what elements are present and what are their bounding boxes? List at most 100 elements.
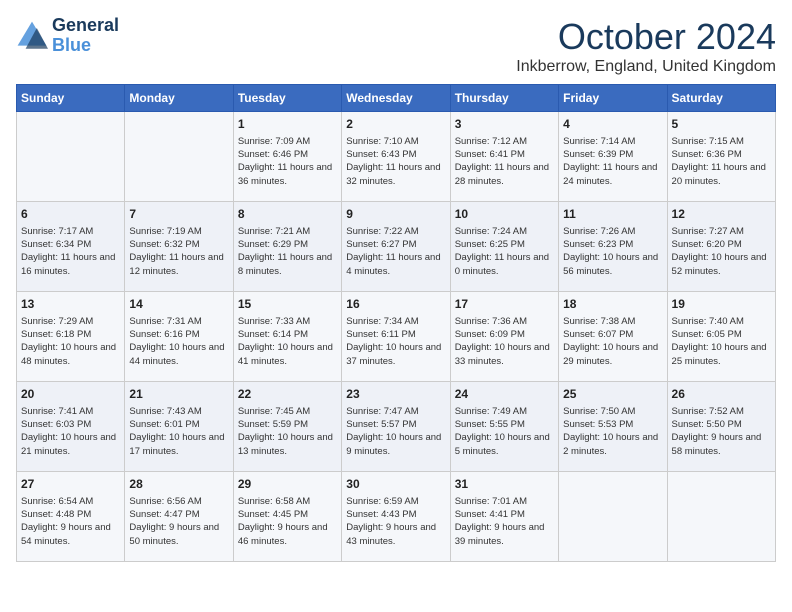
calendar-body: 1Sunrise: 7:09 AMSunset: 6:46 PMDaylight… [17, 112, 776, 562]
sunset-text: Sunset: 6:27 PM [346, 238, 445, 251]
calendar-cell: 31Sunrise: 7:01 AMSunset: 4:41 PMDayligh… [450, 472, 558, 562]
sunset-text: Sunset: 4:47 PM [129, 508, 228, 521]
sunrise-text: Sunrise: 7:31 AM [129, 315, 228, 328]
day-number: 7 [129, 206, 228, 223]
sunset-text: Sunset: 6:01 PM [129, 418, 228, 431]
day-number: 30 [346, 476, 445, 493]
sunrise-text: Sunrise: 7:19 AM [129, 225, 228, 238]
daylight-text: Daylight: 10 hours and 25 minutes. [672, 341, 771, 368]
day-number: 31 [455, 476, 554, 493]
header-day: Tuesday [233, 85, 341, 112]
sunrise-text: Sunrise: 7:29 AM [21, 315, 120, 328]
sunrise-text: Sunrise: 7:47 AM [346, 405, 445, 418]
sunrise-text: Sunrise: 7:27 AM [672, 225, 771, 238]
calendar-table: SundayMondayTuesdayWednesdayThursdayFrid… [16, 84, 776, 562]
calendar-cell: 15Sunrise: 7:33 AMSunset: 6:14 PMDayligh… [233, 292, 341, 382]
calendar-cell: 30Sunrise: 6:59 AMSunset: 4:43 PMDayligh… [342, 472, 450, 562]
calendar-cell [125, 112, 233, 202]
day-number: 12 [672, 206, 771, 223]
calendar-cell: 7Sunrise: 7:19 AMSunset: 6:32 PMDaylight… [125, 202, 233, 292]
daylight-text: Daylight: 10 hours and 9 minutes. [346, 431, 445, 458]
daylight-text: Daylight: 11 hours and 8 minutes. [238, 251, 337, 278]
sunrise-text: Sunrise: 7:21 AM [238, 225, 337, 238]
day-number: 28 [129, 476, 228, 493]
calendar-week-row: 27Sunrise: 6:54 AMSunset: 4:48 PMDayligh… [17, 472, 776, 562]
sunrise-text: Sunrise: 7:15 AM [672, 135, 771, 148]
daylight-text: Daylight: 11 hours and 24 minutes. [563, 161, 662, 188]
sunrise-text: Sunrise: 7:09 AM [238, 135, 337, 148]
daylight-text: Daylight: 11 hours and 0 minutes. [455, 251, 554, 278]
sunset-text: Sunset: 6:18 PM [21, 328, 120, 341]
sunset-text: Sunset: 6:36 PM [672, 148, 771, 161]
sunset-text: Sunset: 6:39 PM [563, 148, 662, 161]
sunrise-text: Sunrise: 7:14 AM [563, 135, 662, 148]
calendar-cell [559, 472, 667, 562]
calendar-cell: 28Sunrise: 6:56 AMSunset: 4:47 PMDayligh… [125, 472, 233, 562]
calendar-cell: 14Sunrise: 7:31 AMSunset: 6:16 PMDayligh… [125, 292, 233, 382]
day-number: 11 [563, 206, 662, 223]
daylight-text: Daylight: 10 hours and 48 minutes. [21, 341, 120, 368]
sunset-text: Sunset: 4:45 PM [238, 508, 337, 521]
calendar-cell: 4 Sunrise: 7:14 AMSunset: 6:39 PMDaylight… [559, 112, 667, 202]
header-day: Thursday [450, 85, 558, 112]
daylight-text: Daylight: 10 hours and 37 minutes. [346, 341, 445, 368]
day-number: 21 [129, 386, 228, 403]
header-day: Wednesday [342, 85, 450, 112]
daylight-text: Daylight: 11 hours and 36 minutes. [238, 161, 337, 188]
daylight-text: Daylight: 10 hours and 13 minutes. [238, 431, 337, 458]
logo-icon [16, 20, 48, 52]
sunset-text: Sunset: 6:43 PM [346, 148, 445, 161]
calendar-cell: 2Sunrise: 7:10 AMSunset: 6:43 PMDaylight… [342, 112, 450, 202]
sunrise-text: Sunrise: 6:56 AM [129, 495, 228, 508]
day-number: 27 [21, 476, 120, 493]
sunset-text: Sunset: 6:34 PM [21, 238, 120, 251]
sunset-text: Sunset: 6:07 PM [563, 328, 662, 341]
sunrise-text: Sunrise: 6:54 AM [21, 495, 120, 508]
sunrise-text: Sunrise: 7:22 AM [346, 225, 445, 238]
day-number: 4 [563, 116, 662, 133]
day-number: 13 [21, 296, 120, 313]
calendar-cell [667, 472, 775, 562]
title-section: October 2024 Inkberrow, England, United … [516, 16, 776, 76]
daylight-text: Daylight: 10 hours and 44 minutes. [129, 341, 228, 368]
calendar-cell: 17Sunrise: 7:36 AMSunset: 6:09 PMDayligh… [450, 292, 558, 382]
page-header: General Blue October 2024 Inkberrow, Eng… [16, 16, 776, 76]
daylight-text: Daylight: 10 hours and 29 minutes. [563, 341, 662, 368]
sunset-text: Sunset: 5:59 PM [238, 418, 337, 431]
daylight-text: Daylight: 11 hours and 12 minutes. [129, 251, 228, 278]
calendar-cell: 8Sunrise: 7:21 AMSunset: 6:29 PMDaylight… [233, 202, 341, 292]
sunset-text: Sunset: 6:23 PM [563, 238, 662, 251]
sunset-text: Sunset: 5:55 PM [455, 418, 554, 431]
calendar-week-row: 1Sunrise: 7:09 AMSunset: 6:46 PMDaylight… [17, 112, 776, 202]
sunrise-text: Sunrise: 7:33 AM [238, 315, 337, 328]
calendar-cell: 10Sunrise: 7:24 AMSunset: 6:25 PMDayligh… [450, 202, 558, 292]
daylight-text: Daylight: 10 hours and 17 minutes. [129, 431, 228, 458]
day-number: 16 [346, 296, 445, 313]
calendar-cell: 25Sunrise: 7:50 AMSunset: 5:53 PMDayligh… [559, 382, 667, 472]
calendar-cell: 1Sunrise: 7:09 AMSunset: 6:46 PMDaylight… [233, 112, 341, 202]
sunrise-text: Sunrise: 7:40 AM [672, 315, 771, 328]
day-number: 24 [455, 386, 554, 403]
daylight-text: Daylight: 11 hours and 4 minutes. [346, 251, 445, 278]
sunset-text: Sunset: 5:50 PM [672, 418, 771, 431]
sunset-text: Sunset: 6:41 PM [455, 148, 554, 161]
day-number: 18 [563, 296, 662, 313]
calendar-cell: 18Sunrise: 7:38 AMSunset: 6:07 PMDayligh… [559, 292, 667, 382]
daylight-text: Daylight: 10 hours and 41 minutes. [238, 341, 337, 368]
calendar-cell: 20Sunrise: 7:41 AMSunset: 6:03 PMDayligh… [17, 382, 125, 472]
sunrise-text: Sunrise: 7:41 AM [21, 405, 120, 418]
header-day: Saturday [667, 85, 775, 112]
day-number: 26 [672, 386, 771, 403]
sunrise-text: Sunrise: 7:12 AM [455, 135, 554, 148]
sunset-text: Sunset: 5:53 PM [563, 418, 662, 431]
sunrise-text: Sunrise: 7:50 AM [563, 405, 662, 418]
calendar-cell: 3Sunrise: 7:12 AMSunset: 6:41 PMDaylight… [450, 112, 558, 202]
calendar-cell: 16Sunrise: 7:34 AMSunset: 6:11 PMDayligh… [342, 292, 450, 382]
calendar-cell: 23Sunrise: 7:47 AMSunset: 5:57 PMDayligh… [342, 382, 450, 472]
day-number: 8 [238, 206, 337, 223]
sunset-text: Sunset: 6:46 PM [238, 148, 337, 161]
sunrise-text: Sunrise: 7:10 AM [346, 135, 445, 148]
daylight-text: Daylight: 11 hours and 20 minutes. [672, 161, 771, 188]
daylight-text: Daylight: 11 hours and 32 minutes. [346, 161, 445, 188]
sunrise-text: Sunrise: 6:58 AM [238, 495, 337, 508]
